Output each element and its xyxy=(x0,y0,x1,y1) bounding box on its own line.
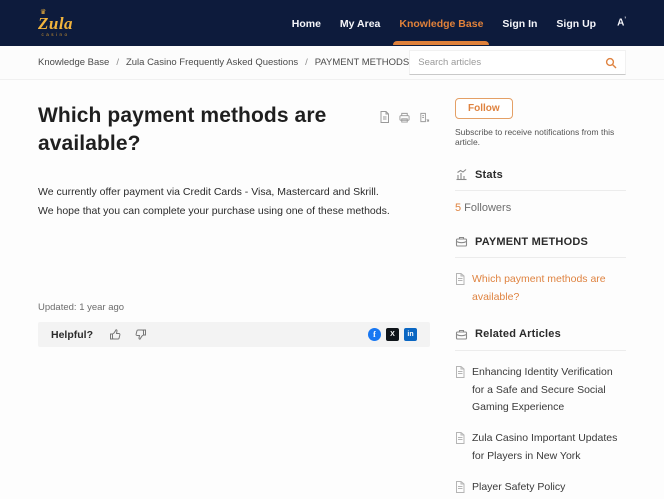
category-title: PAYMENT METHODS xyxy=(475,236,588,248)
nav-my-area[interactable]: My Area xyxy=(340,2,380,45)
search-input[interactable] xyxy=(418,57,605,68)
category-section: PAYMENT METHODS Which payment methods ar… xyxy=(455,235,626,307)
document-icon xyxy=(455,366,465,378)
related-article-link[interactable]: Player Safety Policy xyxy=(455,479,626,497)
facebook-share-icon[interactable]: f xyxy=(368,328,381,341)
article-paragraph: We currently offer payment via Credit Ca… xyxy=(38,183,430,202)
stats-section: Stats 5Followers xyxy=(455,168,626,214)
search-icon[interactable] xyxy=(605,57,617,69)
related-article-link[interactable]: Enhancing Identity Verification for a Sa… xyxy=(455,364,626,418)
follow-button[interactable]: Follow xyxy=(455,98,513,119)
main-nav: Home My Area Knowledge Base Sign In Sign… xyxy=(292,2,626,45)
breadcrumb-separator: / xyxy=(116,57,119,68)
nav-sign-up[interactable]: Sign Up xyxy=(556,2,596,45)
breadcrumb-knowledge-base[interactable]: Knowledge Base xyxy=(38,57,109,68)
related-article-label[interactable]: Zula Casino Important Updates for Player… xyxy=(472,430,626,466)
nav-knowledge-base[interactable]: Knowledge Base xyxy=(399,2,483,45)
page-title: Which payment methods are available? xyxy=(38,102,383,159)
document-icon xyxy=(455,481,465,493)
thumbs-down-icon[interactable] xyxy=(134,328,147,341)
x-twitter-share-icon[interactable]: X xyxy=(386,328,399,341)
share-icons: f X in xyxy=(368,328,417,341)
category-header: PAYMENT METHODS xyxy=(455,235,626,258)
print-icon[interactable] xyxy=(399,110,410,122)
category-folder-icon xyxy=(455,235,468,248)
article-actions xyxy=(379,110,430,122)
article-paragraph: We hope that you can complete your purch… xyxy=(38,202,430,221)
logo-sub-text: casino xyxy=(42,33,70,38)
updated-timestamp: Updated: 1 year ago xyxy=(38,302,430,313)
breadcrumb-faq[interactable]: Zula Casino Frequently Asked Questions xyxy=(126,57,298,68)
article-main: Which payment methods are available? We … xyxy=(38,80,430,499)
search-box[interactable] xyxy=(409,50,626,75)
related-articles-title: Related Articles xyxy=(475,328,561,340)
logo-brand-text: Zula xyxy=(38,15,73,32)
pdf-document-icon[interactable] xyxy=(379,110,390,122)
stats-header: Stats xyxy=(455,168,626,191)
helpful-bar: Helpful? f X in xyxy=(38,322,430,347)
related-article-label[interactable]: Enhancing Identity Verification for a Sa… xyxy=(472,364,626,418)
related-folder-icon xyxy=(455,328,468,341)
document-icon xyxy=(455,432,465,444)
related-articles-header: Related Articles xyxy=(455,328,626,351)
document-icon xyxy=(455,273,465,285)
category-article-label[interactable]: Which payment methods are available? xyxy=(472,271,626,307)
top-navbar: ♛ Zula casino Home My Area Knowledge Bas… xyxy=(0,0,664,46)
related-article-label[interactable]: Player Safety Policy xyxy=(472,479,565,497)
breadcrumb: Knowledge Base / Zula Casino Frequently … xyxy=(38,57,409,68)
breadcrumb-separator: / xyxy=(305,57,308,68)
linkedin-share-icon[interactable]: in xyxy=(404,328,417,341)
thumbs-up-icon[interactable] xyxy=(109,328,122,341)
nav-home[interactable]: Home xyxy=(292,2,321,45)
article-sidebar: Follow Subscribe to receive notification… xyxy=(455,80,626,499)
nav-sign-in[interactable]: Sign In xyxy=(502,2,537,45)
subscribe-text: Subscribe to receive notifications from … xyxy=(455,127,626,147)
category-article-link[interactable]: Which payment methods are available? xyxy=(455,271,626,307)
stats-chart-icon xyxy=(455,168,468,181)
breadcrumb-bar: Knowledge Base / Zula Casino Frequently … xyxy=(0,46,664,80)
related-article-link[interactable]: Zula Casino Important Updates for Player… xyxy=(455,430,626,466)
related-articles-section: Related Articles Enhancing Identity Veri… xyxy=(455,328,626,499)
article-body: We currently offer payment via Credit Ca… xyxy=(38,183,430,221)
language-icon[interactable]: Aʼ xyxy=(617,17,626,28)
followers-count: 5Followers xyxy=(455,202,626,214)
breadcrumb-payment-methods[interactable]: PAYMENT METHODS xyxy=(315,57,409,68)
zula-casino-logo[interactable]: ♛ Zula casino xyxy=(38,9,73,38)
helpful-label: Helpful? xyxy=(51,329,93,341)
page-content: Which payment methods are available? We … xyxy=(0,80,664,499)
export-icon[interactable] xyxy=(419,110,430,122)
stats-title: Stats xyxy=(475,169,503,181)
